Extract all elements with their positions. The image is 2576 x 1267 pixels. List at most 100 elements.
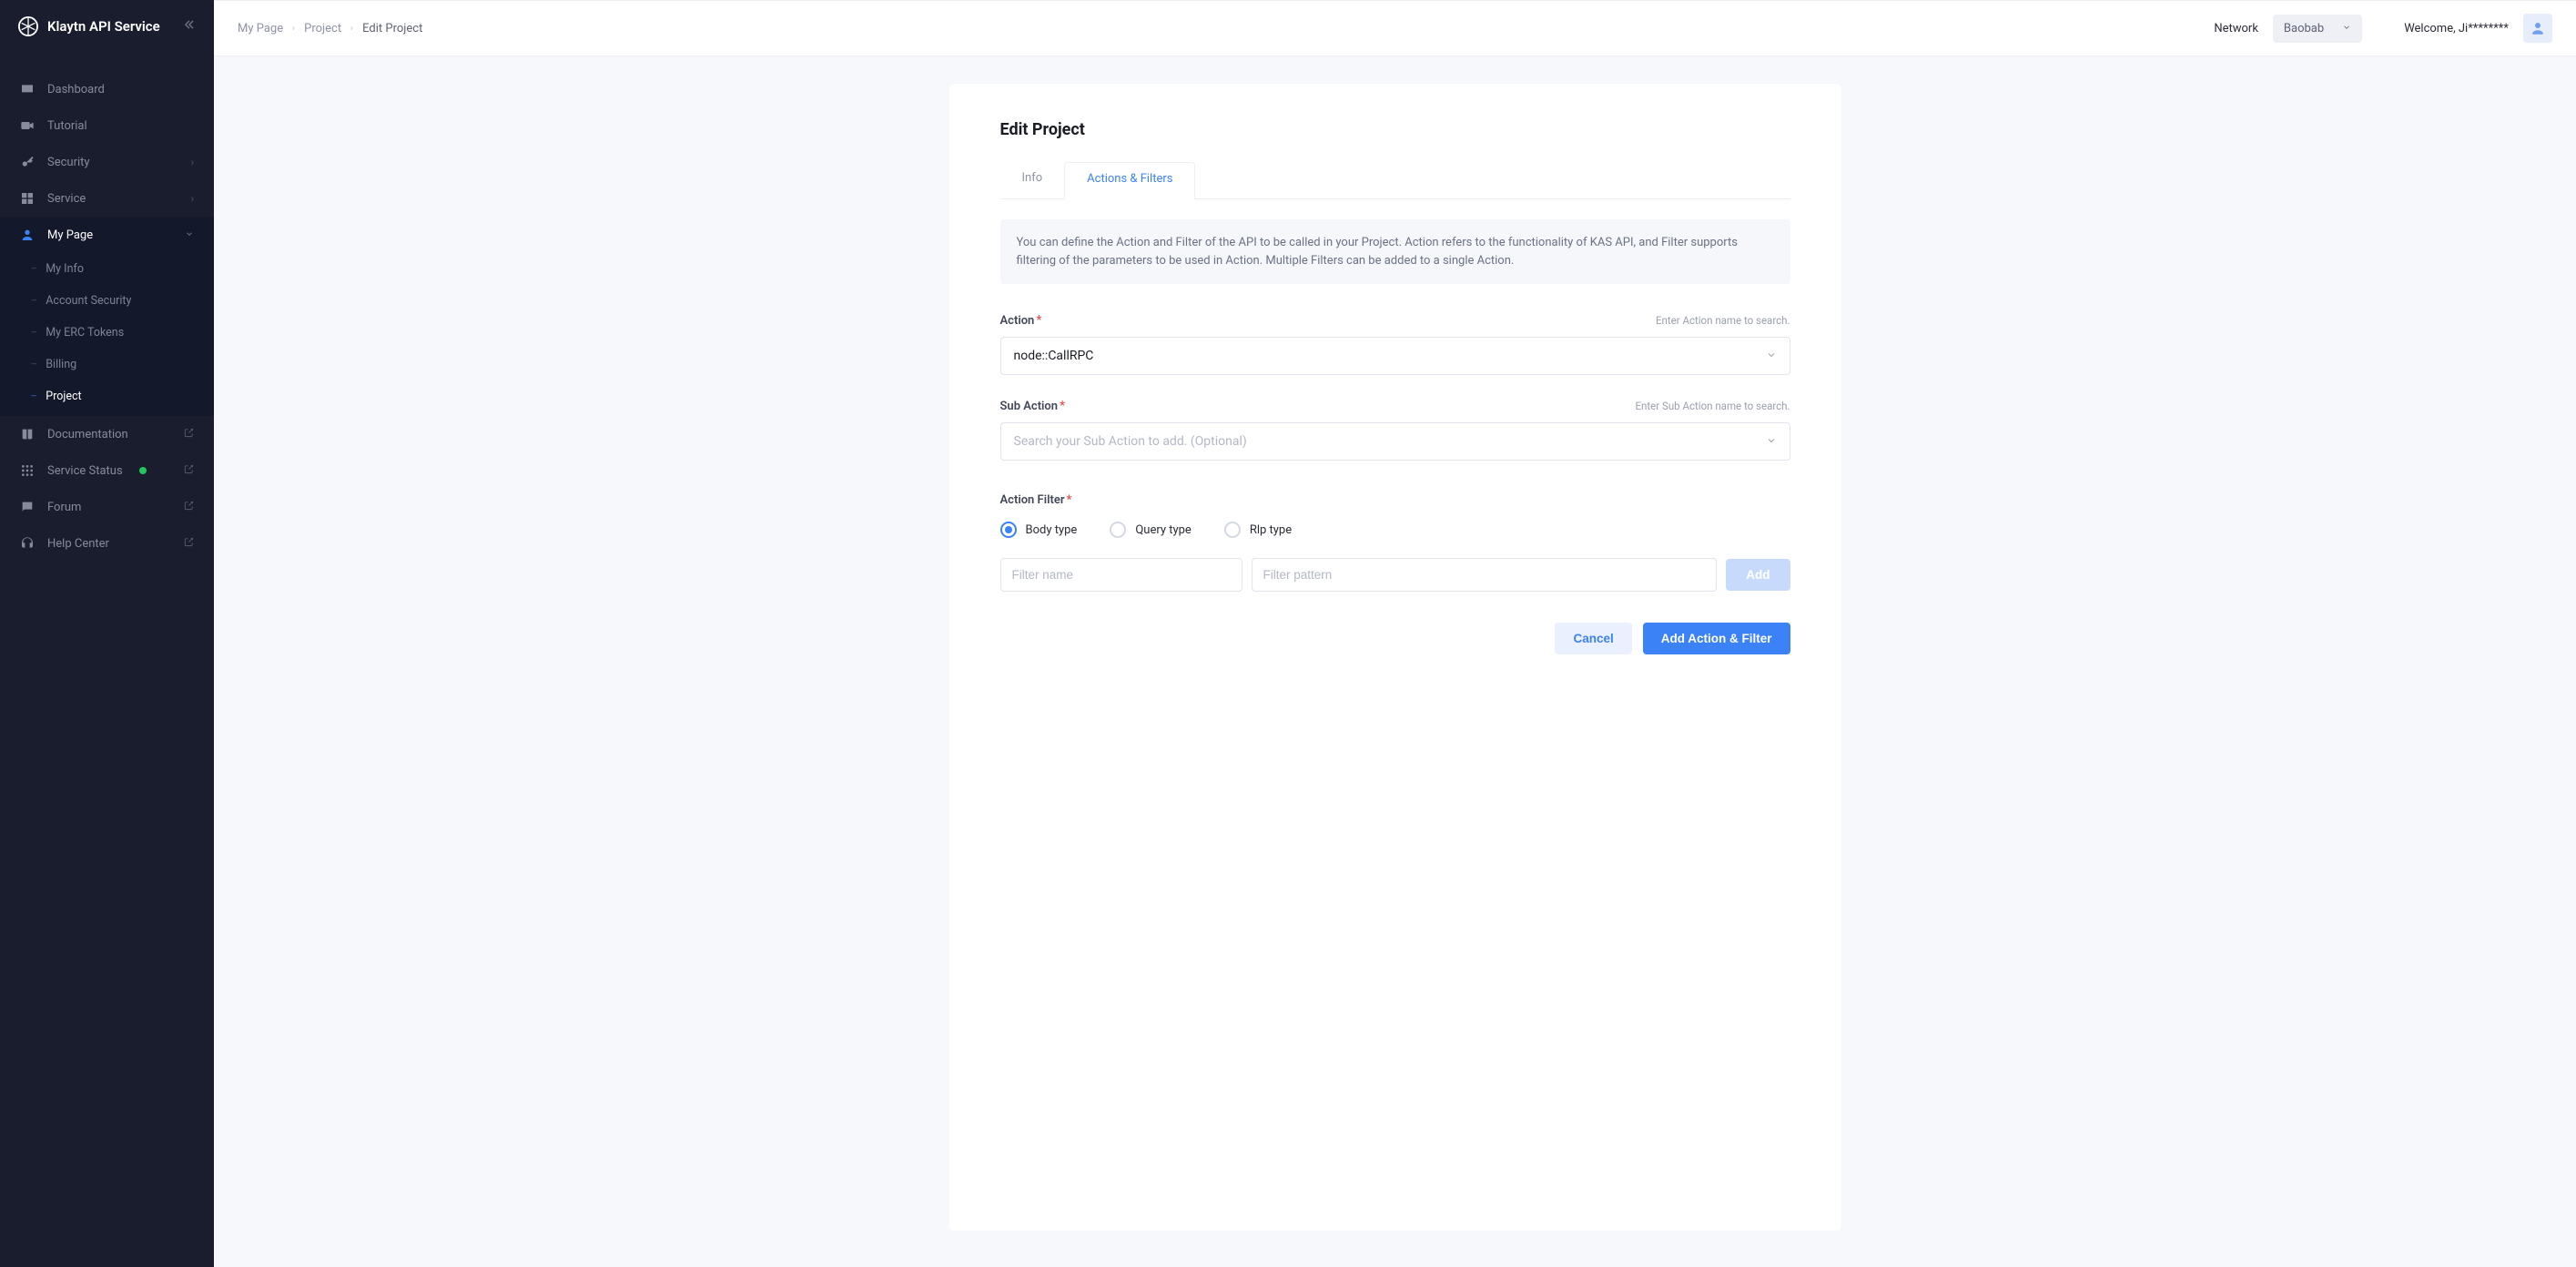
radio-icon <box>1224 522 1241 538</box>
chevron-right-icon: › <box>191 157 194 168</box>
sidebar-sub-label: My ERC Tokens <box>46 326 124 340</box>
sidebar-sub-account-security[interactable]: —Account Security <box>0 285 214 317</box>
user-avatar-icon <box>2530 20 2546 36</box>
cancel-button[interactable]: Cancel <box>1555 623 1631 654</box>
radio-label: Rlp type <box>1250 523 1292 537</box>
bullet-icon: — <box>31 329 36 337</box>
sidebar-sub-myinfo[interactable]: — My Info <box>0 253 214 285</box>
sub-action-select[interactable]: Search your Sub Action to add. (Optional… <box>1000 422 1790 461</box>
sidebar-item-label: Service Status <box>47 464 123 478</box>
sidebar-item-help-center[interactable]: Help Center <box>0 525 214 562</box>
add-action-filter-button[interactable]: Add Action & Filter <box>1643 623 1790 654</box>
sidebar-item-tutorial[interactable]: Tutorial <box>0 107 214 144</box>
action-filter-label: Action Filter <box>1000 493 1065 507</box>
sidebar-sub-erc-tokens[interactable]: — My ERC Tokens <box>0 317 214 349</box>
chevron-down-icon <box>2342 22 2351 35</box>
chevron-down-icon <box>185 229 194 241</box>
chevron-down-icon <box>1766 350 1777 363</box>
sidebar-item-service-status[interactable]: Service Status <box>0 452 214 489</box>
filter-name-input[interactable] <box>1000 558 1242 592</box>
key-icon <box>20 155 35 169</box>
sidebar-item-dashboard[interactable]: Dashboard <box>0 71 214 107</box>
user-menu-button[interactable] <box>2523 14 2552 43</box>
sidebar-collapse-icon[interactable] <box>183 18 196 35</box>
status-indicator-dot <box>139 467 147 474</box>
sidebar-item-label: Tutorial <box>47 119 87 133</box>
tab-actions-filters[interactable]: Actions & Filters <box>1064 162 1195 199</box>
breadcrumb-item[interactable]: My Page <box>238 22 283 35</box>
radio-icon <box>1110 522 1126 538</box>
breadcrumb: My Page › Project › Edit Project <box>238 22 422 35</box>
headset-icon <box>20 536 35 551</box>
grid-icon <box>20 191 35 206</box>
bullet-icon: — <box>31 265 36 273</box>
welcome-text: Welcome, Ji******** <box>2404 22 2509 35</box>
action-hint: Enter Action name to search. <box>1656 314 1790 327</box>
breadcrumb-item[interactable]: Project <box>304 22 341 35</box>
required-marker: * <box>1036 313 1041 328</box>
sidebar-item-mypage[interactable]: My Page <box>0 217 214 253</box>
radio-rlp-type[interactable]: Rlp type <box>1224 522 1292 538</box>
video-icon <box>20 118 35 133</box>
sub-action-label: Sub Action <box>1000 400 1059 413</box>
form-actions: Cancel Add Action & Filter <box>1000 623 1790 654</box>
user-icon <box>20 228 35 242</box>
sidebar-sub-billing[interactable]: — Billing <box>0 349 214 380</box>
chat-icon <box>20 500 35 514</box>
sidebar-item-documentation[interactable]: Documentation <box>0 416 214 452</box>
sidebar-item-label: Security <box>47 156 90 169</box>
add-filter-button[interactable]: Add <box>1726 559 1790 591</box>
sidebar-item-service[interactable]: Service › <box>0 180 214 217</box>
breadcrumb-item-current: Edit Project <box>362 22 422 35</box>
topbar: My Page › Project › Edit Project Network… <box>214 0 2576 56</box>
external-link-icon <box>184 428 194 441</box>
topbar-right: Network Baobab Welcome, Ji******** <box>2214 14 2552 43</box>
sidebar-sub-label: Account Security <box>46 294 131 308</box>
brand-name: Klaytn API Service <box>47 18 160 35</box>
info-description: You can define the Action and Filter of … <box>1000 219 1790 284</box>
sidebar-item-label: My Page <box>47 228 93 242</box>
content-scroll[interactable]: Edit Project Info Actions & Filters You … <box>214 56 2576 1267</box>
book-icon <box>20 427 35 441</box>
tabs: Info Actions & Filters <box>1000 161 1790 199</box>
network-select[interactable]: Baobab <box>2273 15 2362 43</box>
sidebar-item-label: Documentation <box>47 428 128 441</box>
status-icon <box>20 463 35 478</box>
filter-pattern-input[interactable] <box>1252 558 1718 592</box>
radio-body-type[interactable]: Body type <box>1000 522 1078 538</box>
sidebar-sub-label: My Info <box>46 262 84 276</box>
network-label: Network <box>2214 22 2258 35</box>
sub-action-placeholder: Search your Sub Action to add. (Optional… <box>1014 434 1247 449</box>
action-label: Action <box>1000 314 1035 328</box>
radio-icon <box>1000 522 1017 538</box>
filter-inputs-row: Add <box>1000 558 1790 592</box>
sidebar: Klaytn API Service Dashboard Tutorial Se… <box>0 0 214 1267</box>
action-field: Action* Enter Action name to search. nod… <box>1000 313 1790 375</box>
chevron-right-icon: › <box>350 24 353 34</box>
radio-label: Body type <box>1026 523 1078 537</box>
sidebar-item-label: Help Center <box>47 537 109 551</box>
external-link-icon <box>184 537 194 550</box>
action-select[interactable]: node::CallRPC <box>1000 337 1790 375</box>
sidebar-item-label: Dashboard <box>47 83 105 96</box>
brand-logo-icon <box>18 16 38 36</box>
edit-project-card: Edit Project Info Actions & Filters You … <box>949 84 1841 1231</box>
bullet-icon: — <box>31 392 36 400</box>
network-value: Baobab <box>2284 22 2324 35</box>
sidebar-item-forum[interactable]: Forum <box>0 489 214 525</box>
radio-query-type[interactable]: Query type <box>1110 522 1192 538</box>
bullet-icon: — <box>31 360 36 369</box>
sidebar-sub-project[interactable]: — Project <box>0 380 214 412</box>
sidebar-sub-label: Billing <box>46 358 76 371</box>
sub-action-hint: Enter Sub Action name to search. <box>1636 400 1790 412</box>
main-area: My Page › Project › Edit Project Network… <box>214 0 2576 1267</box>
sidebar-submenu-mypage: —My Info —Account Security —My ERC Token… <box>0 253 214 416</box>
sidebar-sub-label: Project <box>46 390 81 403</box>
sidebar-nav: Dashboard Tutorial Security › Service › … <box>0 53 214 562</box>
sidebar-item-label: Service <box>47 192 86 206</box>
tab-info[interactable]: Info <box>1000 162 1065 199</box>
sidebar-item-security[interactable]: Security › <box>0 144 214 180</box>
chevron-right-icon: › <box>292 24 295 34</box>
external-link-icon <box>184 464 194 477</box>
sidebar-header: Klaytn API Service <box>0 0 214 53</box>
